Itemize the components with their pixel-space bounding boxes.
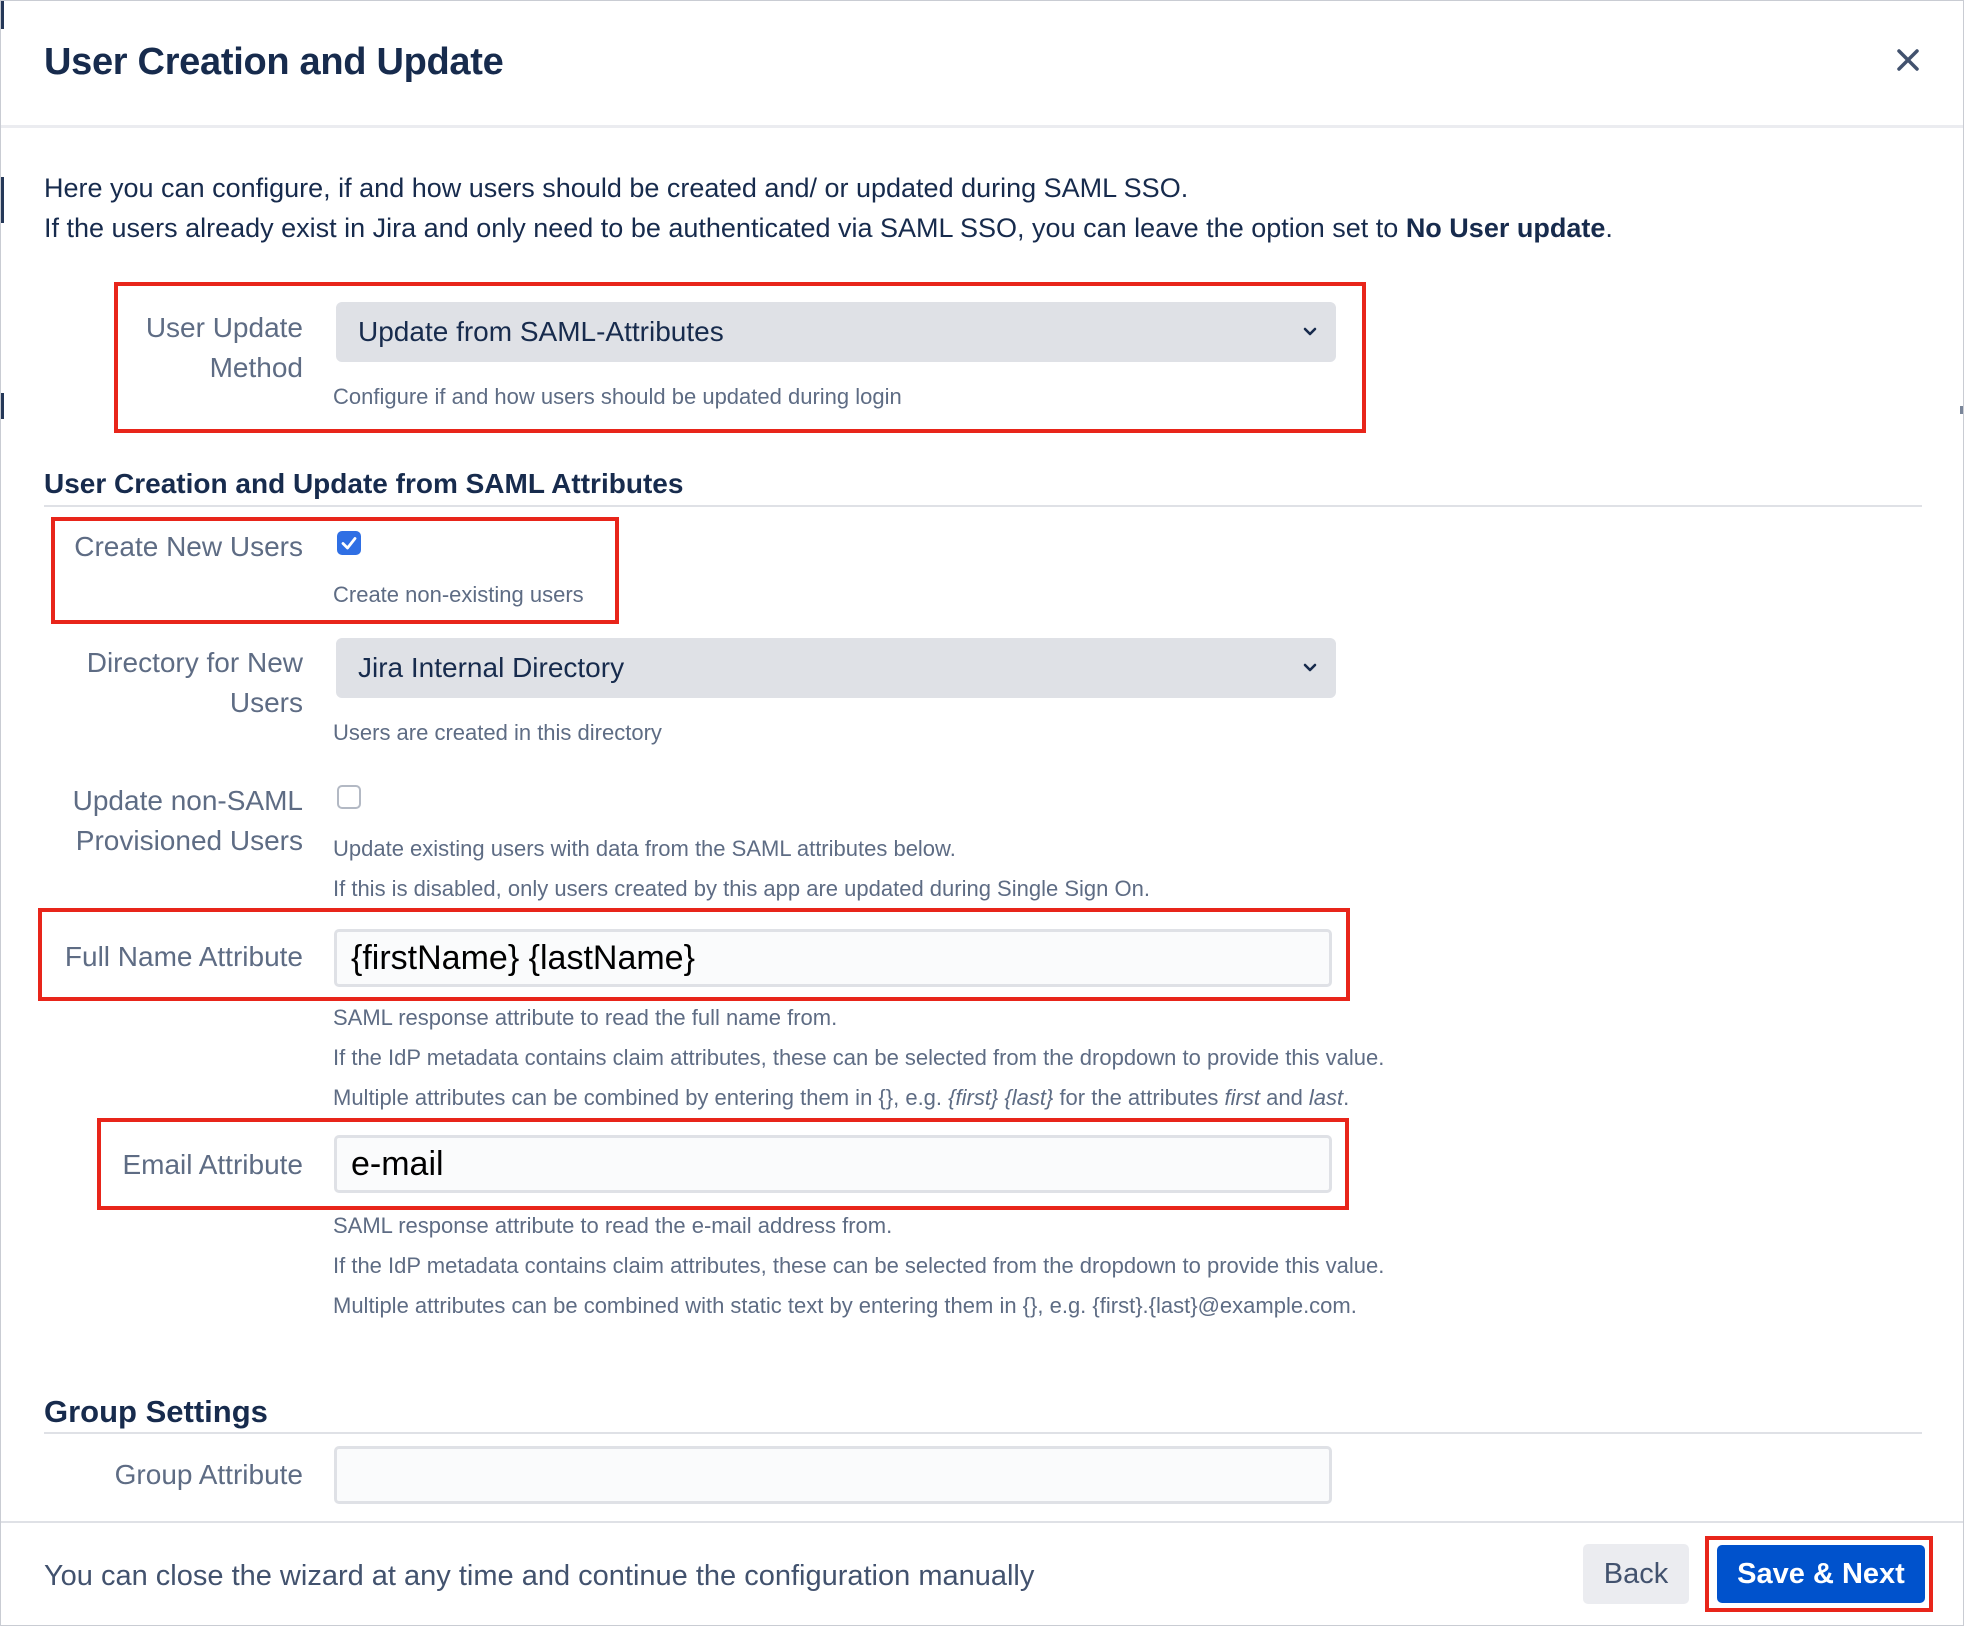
chevron-down-icon [1303,663,1317,672]
header-divider [1,125,1963,128]
help-example: {first} {last} [948,1085,1054,1110]
left-edge-bar [1,1,4,29]
intro-line-1: Here you can configure, if and how users… [44,173,1189,203]
email-help-3: Multiple attributes can be combined with… [333,1293,1357,1318]
help-example: last [1308,1085,1344,1110]
label-line: Users [229,687,303,718]
intro-line-2-text: If the users already exist in Jira and o… [44,213,1406,243]
update-non-saml-help-1: Update existing users with data from the… [333,836,956,861]
highlight-box [1705,1536,1933,1612]
help-example: first [1224,1085,1260,1110]
section-group-title: Group Settings [44,1394,268,1429]
directory-help: Users are created in this directory [333,720,662,745]
right-edge-mark [1960,406,1963,414]
update-non-saml-label: Update non-SAML Provisioned Users [21,781,303,861]
label-line: Update non-SAML [72,785,303,816]
update-non-saml-help-2: If this is disabled, only users created … [333,876,1150,901]
highlight-box [97,1118,1349,1210]
section-divider [44,1432,1922,1434]
group-attribute-label: Group Attribute [114,1459,303,1490]
full-name-help-3: Multiple attributes can be combined by e… [333,1085,1349,1111]
email-help-1: SAML response attribute to read the e-ma… [333,1213,893,1238]
footer-text: You can close the wizard at any time and… [44,1560,1035,1592]
group-attribute-input[interactable] [334,1446,1332,1504]
footer-divider [1,1521,1963,1523]
help-text: and [1259,1085,1309,1110]
left-edge-bar [1,393,4,419]
select-value: Jira Internal Directory [358,652,625,683]
update-non-saml-checkbox[interactable] [337,785,361,809]
directory-label: Directory for New Users [41,643,303,723]
left-edge-bar [1,177,4,223]
intro-line-2-period: . [1605,213,1613,243]
user-creation-dialog: User Creation and Update Here you can co… [0,0,1964,1626]
help-text: Multiple attributes can be combined by e… [333,1085,949,1110]
help-text: . [1343,1085,1350,1110]
intro-line-2: If the users already exist in Jira and o… [44,213,1613,244]
dialog-title: User Creation and Update [44,41,504,83]
email-help-2: If the IdP metadata contains claim attri… [333,1253,1385,1278]
back-button[interactable]: Back [1583,1544,1689,1604]
highlight-box [114,282,1366,433]
section-divider [44,505,1922,507]
close-icon[interactable] [1891,43,1925,77]
label-line: Directory for New [86,647,303,678]
label-line: Provisioned Users [75,825,303,856]
highlight-box [38,908,1350,1001]
full-name-help-1: SAML response attribute to read the full… [333,1005,838,1030]
directory-select[interactable]: Jira Internal Directory [336,638,1336,698]
intro-no-user-update: No User update [1405,213,1606,243]
highlight-box [51,517,619,624]
help-text: for the attributes [1053,1085,1225,1110]
full-name-help-2: If the IdP metadata contains claim attri… [333,1045,1385,1070]
section-saml-title: User Creation and Update from SAML Attri… [44,468,684,499]
